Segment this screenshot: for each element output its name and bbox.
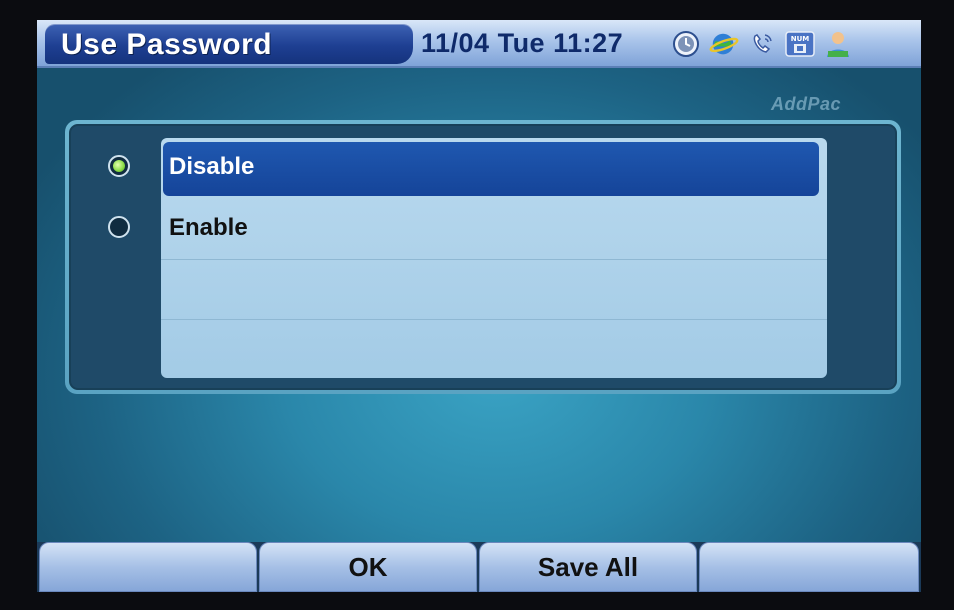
- radio-selected-dot: [113, 160, 125, 172]
- option-label: Enable: [169, 214, 248, 241]
- empty-list-row: [161, 320, 827, 378]
- save-all-button[interactable]: Save All: [479, 542, 697, 592]
- save-all-button-label: Save All: [537, 551, 639, 582]
- ok-button-label: OK: [348, 551, 388, 582]
- page-title: Use Password: [61, 28, 273, 61]
- clock-icon: [671, 29, 701, 59]
- options-list: Disable Enable: [161, 138, 827, 378]
- softkey-4[interactable]: [699, 542, 919, 592]
- option-label: Disable: [169, 153, 255, 180]
- title-tab: Use Password: [45, 24, 413, 64]
- empty-list-row: [161, 260, 827, 320]
- svg-text:NUM: NUM: [791, 35, 810, 43]
- softkey-bar: OK Save All: [37, 542, 921, 592]
- softkey-1[interactable]: [39, 542, 257, 592]
- option-disable[interactable]: Disable: [163, 142, 819, 196]
- brand-logo: AddPac: [771, 94, 842, 114]
- radio-enable[interactable]: [108, 216, 130, 238]
- lcd-screen: Use Password 11/04 Tue 11:27 NUM AddPac …: [37, 20, 921, 592]
- network-globe-icon: [709, 29, 739, 59]
- device-bezel: Use Password 11/04 Tue 11:27 NUM AddPac …: [0, 0, 954, 610]
- phone-call-icon: [747, 29, 777, 59]
- user-icon: [823, 29, 853, 59]
- header-bar: Use Password 11/04 Tue 11:27 NUM: [37, 20, 921, 68]
- datetime-display: 11/04 Tue 11:27: [421, 28, 624, 58]
- num-lock-icon: NUM: [785, 29, 815, 59]
- ok-button[interactable]: OK: [259, 542, 477, 592]
- radio-disable[interactable]: [108, 155, 130, 177]
- option-enable[interactable]: Enable: [161, 200, 827, 260]
- status-icon-tray: NUM: [671, 26, 853, 62]
